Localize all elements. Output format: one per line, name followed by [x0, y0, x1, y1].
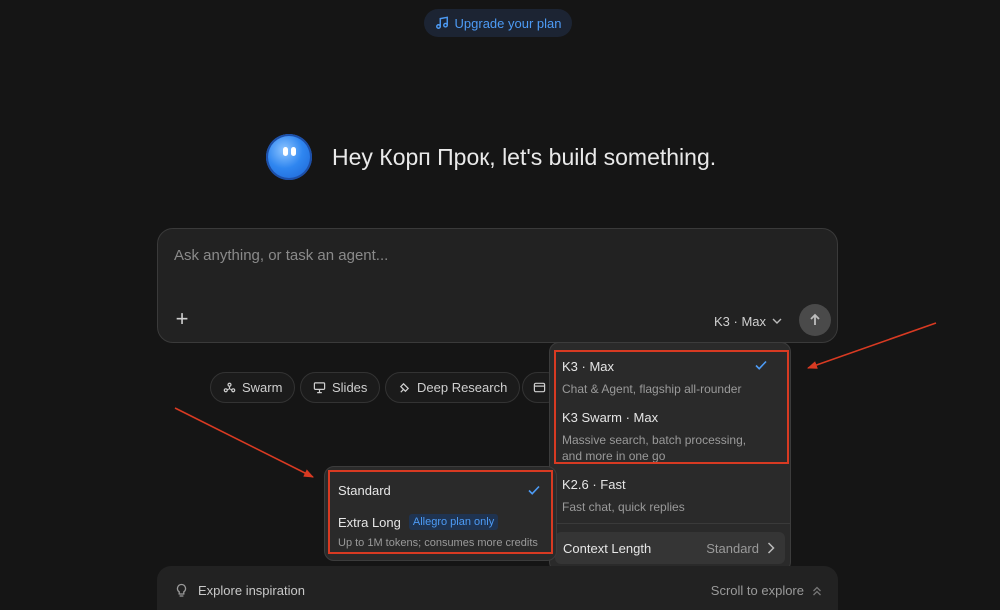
model-option-desc: Fast chat, quick replies — [562, 500, 685, 514]
arrow-up-icon — [810, 313, 820, 325]
scroll-to-explore[interactable]: Scroll to explore — [711, 583, 822, 598]
context-length-label: Context Length — [563, 540, 652, 556]
context-option-standard[interactable]: Standard — [338, 483, 543, 498]
explore-bar: Explore inspiration Scroll to explore — [157, 566, 838, 610]
context-length-row[interactable]: Context Length Standard — [555, 532, 785, 564]
model-selector-label: K3 · Max — [714, 313, 767, 329]
model-option-k3-max[interactable]: K3 · Max Chat & Agent, flagship all-roun… — [562, 359, 782, 397]
chip-label: Deep Research — [417, 380, 508, 395]
model-option-desc-line: Massive search, batch processing, — [562, 433, 747, 447]
check-icon — [528, 485, 540, 495]
plan-badge: Allegro plan only — [408, 514, 499, 530]
model-option-title: K3 Swarm · Max — [562, 410, 659, 425]
scroll-to-explore-label: Scroll to explore — [710, 583, 804, 598]
menu-divider — [550, 523, 790, 524]
check-icon — [755, 360, 767, 370]
chip-deep-research[interactable]: Deep Research — [385, 372, 521, 403]
greeting: Hey Корп Прок, let's build something. — [266, 134, 716, 180]
model-option-k3-swarm-max[interactable]: K3 Swarm · Max Massive search, batch pro… — [562, 410, 782, 464]
model-option-title: K3 · Max — [562, 359, 615, 374]
chip-swarm[interactable]: Swarm — [210, 372, 296, 403]
chevron-down-icon — [772, 318, 782, 324]
research-icon — [399, 382, 410, 393]
model-menu: K3 · Max Chat & Agent, flagship all-roun… — [549, 342, 791, 572]
context-option-title: Extra Long — [338, 514, 401, 530]
annotation-arrow — [174, 407, 314, 478]
prompt-input[interactable] — [174, 243, 814, 267]
upgrade-plan-label: Upgrade your plan — [454, 15, 562, 31]
model-option-k2-6-fast[interactable]: K2.6 · Fast Fast chat, quick replies — [562, 477, 782, 515]
upgrade-plan-button[interactable]: Upgrade your plan — [424, 9, 572, 37]
context-option-title: Standard — [338, 483, 391, 498]
greeting-text: Hey Корп Прок, let's build something. — [332, 143, 717, 170]
mascot-avatar-icon — [266, 134, 312, 180]
context-option-desc: Up to 1M tokens; consumes more credits — [338, 537, 538, 549]
context-length-value: Standard — [706, 540, 759, 556]
chevrons-up-icon — [813, 586, 821, 595]
send-button[interactable] — [799, 304, 831, 336]
model-selector[interactable]: K3 · Max — [714, 311, 782, 331]
music-note-icon — [435, 16, 448, 29]
chip-label: Slides — [332, 380, 368, 395]
context-option-extra-long[interactable]: Extra Long Allegro plan only Up to 1M to… — [338, 514, 548, 549]
explore-inspiration[interactable]: Explore inspiration — [175, 583, 305, 598]
browser-icon — [533, 382, 546, 393]
explore-inspiration-label: Explore inspiration — [198, 583, 305, 598]
add-attachment-button[interactable]: + — [172, 306, 192, 331]
model-option-desc: Massive search, batch processing, and mo… — [562, 432, 782, 464]
model-option-desc: Chat & Agent, flagship all-rounder — [562, 382, 742, 396]
swarm-icon — [223, 382, 236, 393]
chevron-right-icon — [767, 542, 775, 554]
plus-icon: + — [175, 306, 189, 331]
model-option-title: K2.6 · Fast — [562, 477, 626, 492]
chip-label: Swarm — [242, 380, 283, 395]
context-length-menu: Standard Extra Long Allegro plan only Up… — [324, 466, 557, 561]
composer: + K3 · Max — [157, 228, 838, 343]
slides-icon — [313, 382, 326, 394]
lightbulb-icon — [176, 583, 187, 597]
model-option-desc-line: and more in one go — [562, 449, 666, 463]
chip-slides[interactable]: Slides — [300, 372, 381, 403]
